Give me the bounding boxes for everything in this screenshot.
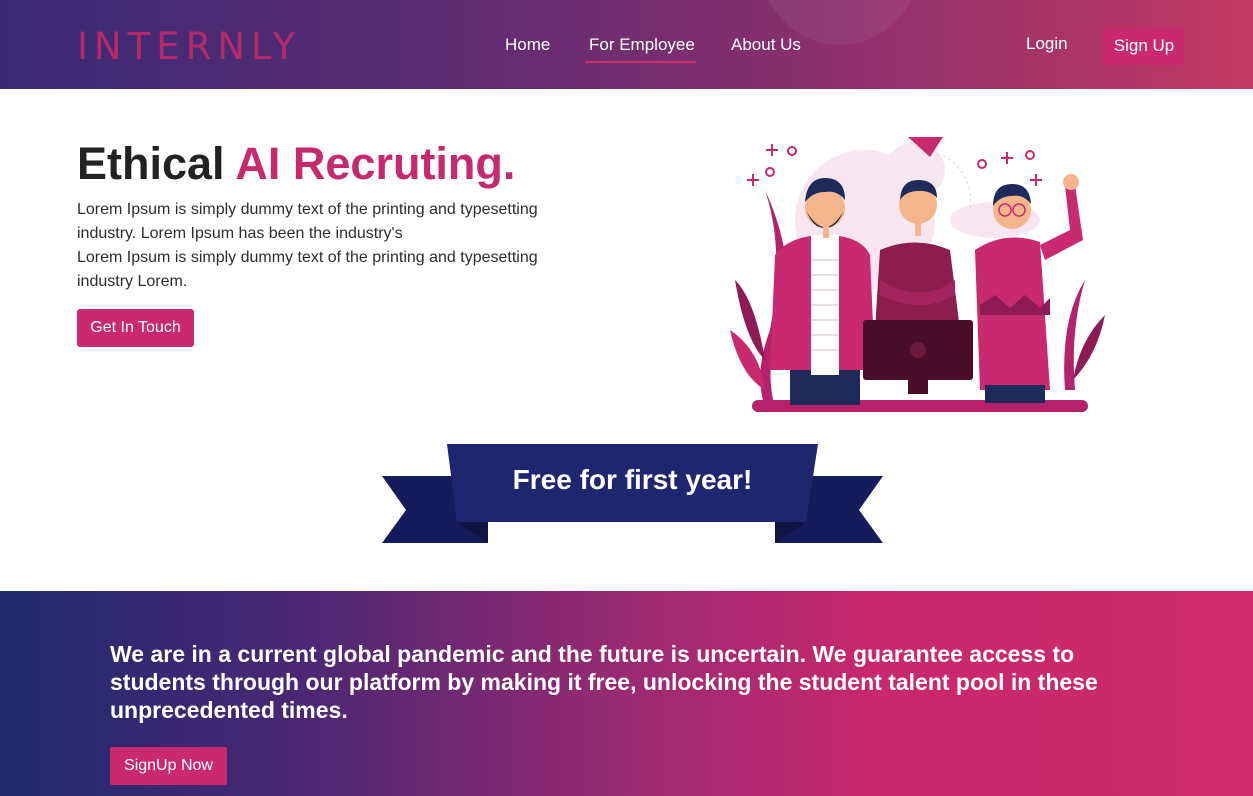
nav-link-about-us[interactable]: About Us	[731, 34, 801, 56]
active-nav-indicator	[585, 61, 696, 63]
hero-title: Ethical AI Recruting.	[77, 139, 515, 189]
pandemic-banner: We are in a current global pandemic and …	[0, 591, 1253, 796]
get-in-touch-button[interactable]: Get In Touch	[77, 309, 194, 347]
hero-title-accent: AI Recruting.	[235, 138, 516, 189]
top-navbar: INTERNLY Home For Employee About Us Logi…	[0, 0, 1253, 89]
signup-now-button[interactable]: SignUp Now	[110, 747, 227, 785]
hero-description: Lorem Ipsum is simply dummy text of the …	[77, 198, 577, 294]
login-link[interactable]: Login	[1026, 33, 1068, 55]
hero-title-part1: Ethical	[77, 138, 225, 189]
hero-paragraph-1: Lorem Ipsum is simply dummy text of the …	[77, 201, 538, 242]
sign-up-button[interactable]: Sign Up	[1103, 27, 1185, 65]
ribbon-text: Free for first year!	[512, 464, 753, 495]
hero-paragraph-2: Lorem Ipsum is simply dummy text of the …	[77, 249, 538, 290]
nav-link-for-employee[interactable]: For Employee	[589, 34, 695, 63]
logo[interactable]: INTERNLY	[77, 28, 301, 66]
team-illustration	[730, 137, 1105, 412]
nav-link-home[interactable]: Home	[505, 34, 550, 56]
banner-text: We are in a current global pandemic and …	[110, 641, 1098, 723]
